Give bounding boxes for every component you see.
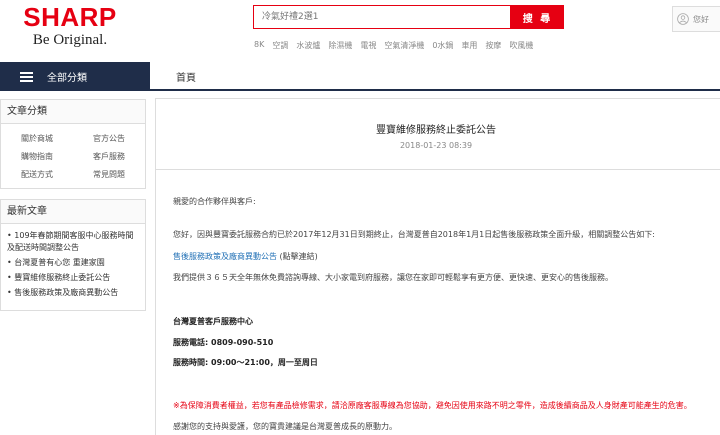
user-login-area[interactable]: 您好: [672, 6, 720, 32]
hot-keyword[interactable]: 空調: [272, 40, 288, 51]
service-hours: 服務時間: 09:00～21:00，周一至周日: [173, 357, 318, 368]
category-link[interactable]: 購物指南: [1, 151, 73, 162]
brand-tagline: Be Original.: [32, 32, 108, 48]
article-link-line: 售後服務政策及廠商異動公告 (點擊連結): [173, 251, 318, 262]
category-link[interactable]: 配送方式: [1, 169, 73, 180]
article-greeting: 親愛的合作夥伴與客戶:: [173, 197, 256, 206]
latest-article-link[interactable]: • 109年春節期間客服中心服務時間及配送時間調整公告: [7, 230, 141, 254]
article-title: 豐寶維修服務終止委託公告: [376, 125, 496, 136]
hot-keyword[interactable]: 吹風機: [509, 40, 533, 51]
main-nav: 全部分類 首頁: [0, 62, 720, 91]
hot-keyword[interactable]: 水波爐: [296, 40, 320, 51]
hours-label: 服務時間:: [173, 358, 209, 367]
sharp-logo[interactable]: SHARP Be Original.: [0, 2, 140, 48]
category-link[interactable]: 常見問題: [73, 169, 145, 180]
search-button[interactable]: 搜 尋: [511, 5, 564, 29]
article-closing: 感謝您的支持與愛護，您的寶貴建議是台灣夏普成長的原動力。: [173, 422, 397, 431]
hot-keyword[interactable]: 除濕機: [328, 40, 352, 51]
nav-home-link[interactable]: 首頁: [176, 62, 196, 91]
hot-keyword[interactable]: 空氣清淨機: [384, 40, 424, 51]
all-categories-label: 全部分類: [47, 73, 87, 84]
article-date: 2018-01-23 08:39: [399, 141, 473, 150]
hot-keyword[interactable]: 按摩: [485, 40, 501, 51]
hours-value: 09:00～21:00，周一至周日: [211, 358, 318, 367]
article-categories-panel: 文章分類 關於商城 官方公告 購物指南 客戶服務 配送方式 常見問題: [0, 99, 146, 189]
hot-keyword[interactable]: 0水鍋: [432, 40, 453, 51]
article-paragraph: 您好，因與豐寶委託服務合約已於2017年12月31日到期終止，台灣夏普自2018…: [173, 230, 655, 239]
warning-notice: ※為保障消費者權益，若您有產品檢修需求，請洽原廠客服專線為您協助，避免因使用來路…: [173, 401, 692, 410]
service-phone: 服務電話: 0809-090-510: [173, 337, 273, 348]
menu-icon: [20, 71, 33, 82]
link-hint: (點擊連結): [277, 252, 318, 261]
hot-keywords: 8K 空調 水波爐 除濕機 電視 空氣清淨機 0水鍋 車用 按摩 吹風機: [254, 40, 533, 51]
all-categories-button[interactable]: 全部分類: [0, 62, 150, 91]
categories-title: 文章分類: [1, 100, 145, 124]
latest-articles-title: 最新文章: [1, 200, 145, 224]
latest-articles-panel: 最新文章 • 109年春節期間客服中心服務時間及配送時間調整公告 • 台灣夏普有…: [0, 199, 146, 311]
user-icon: [677, 13, 689, 25]
category-link[interactable]: 關於商城: [1, 133, 73, 144]
divider: [156, 169, 720, 170]
brand-name: SHARP: [23, 2, 117, 32]
latest-article-link[interactable]: • 售後服務政策及廠商異動公告: [7, 287, 141, 299]
latest-article-link[interactable]: • 豐寶維修服務終止委託公告: [7, 272, 141, 284]
search-input[interactable]: [254, 6, 510, 28]
article-paragraph: 我們提供３６５天全年無休免費諮詢專線、大小家電到府服務，讓您在家即可輕鬆享有更方…: [173, 273, 613, 282]
article-panel: 豐寶維修服務終止委託公告 2018-01-23 08:39 親愛的合作夥伴與客戶…: [155, 98, 720, 435]
category-link[interactable]: 客戶服務: [73, 151, 145, 162]
latest-article-link[interactable]: • 台灣夏普有心您 重建家園: [7, 257, 141, 269]
search-box: [253, 5, 511, 29]
category-link[interactable]: 官方公告: [73, 133, 145, 144]
service-center-heading: 台灣夏普客戶服務中心: [173, 317, 253, 326]
user-greeting: 您好: [693, 14, 709, 24]
policy-link[interactable]: 售後服務政策及廠商異動公告: [173, 252, 277, 261]
hot-keyword[interactable]: 車用: [461, 40, 477, 51]
hot-keyword[interactable]: 電視: [360, 40, 376, 51]
hot-keyword[interactable]: 8K: [254, 40, 264, 51]
phone-label: 服務電話:: [173, 338, 209, 347]
phone-number: 0809-090-510: [211, 338, 274, 347]
